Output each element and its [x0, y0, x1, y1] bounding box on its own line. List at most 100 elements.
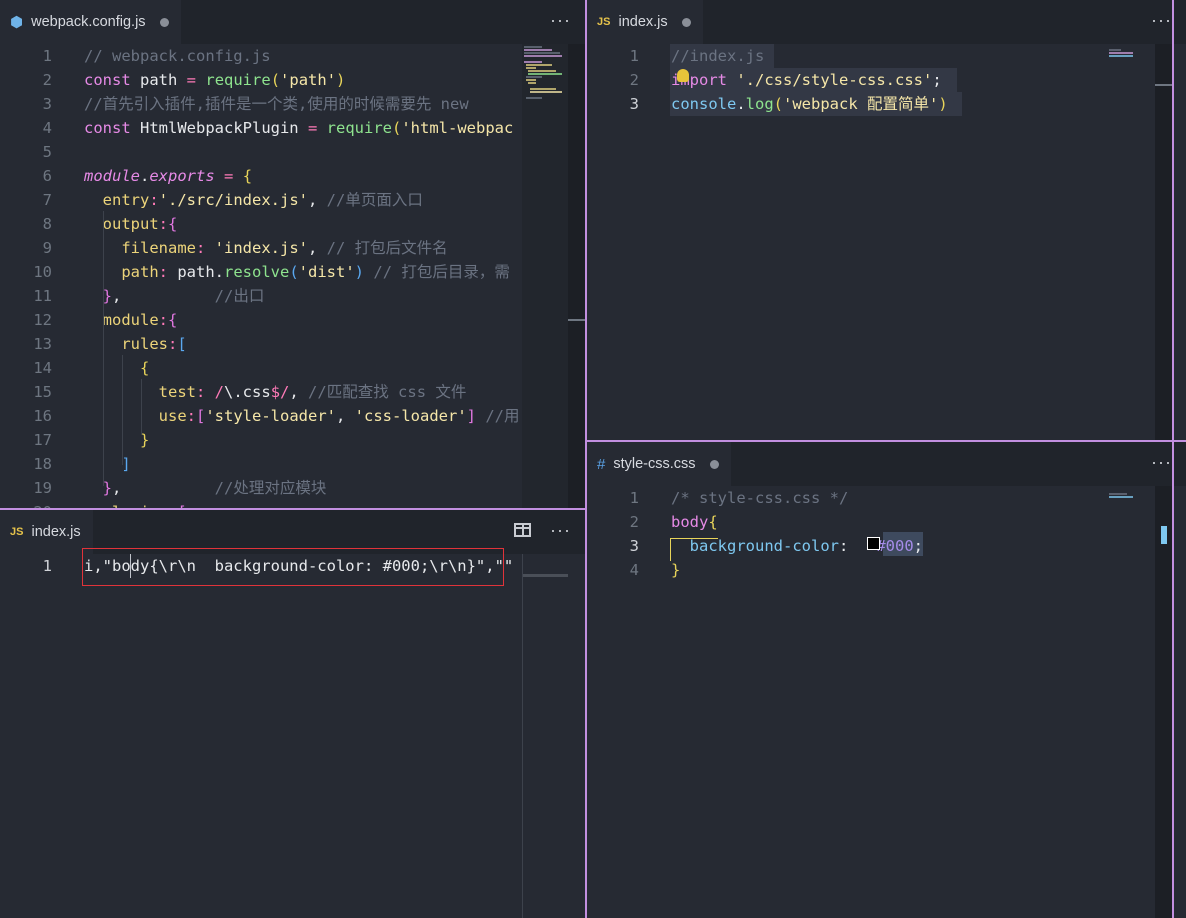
line-number: 3	[629, 537, 639, 555]
code-editor[interactable]: 1/* style-css.css */2 body{3 background-c…	[587, 486, 1186, 918]
minimap-preview	[1109, 493, 1133, 498]
color-swatch[interactable]	[867, 537, 880, 550]
code-line[interactable]: 15 test: /\.css$/, //匹配查找 css 文件	[0, 380, 585, 404]
code-token: HtmlWebpackPlugin	[130, 119, 308, 137]
code-line[interactable]: 10 path: path.resolve('dist') // 打包后目录，需	[0, 260, 585, 284]
minimap[interactable]	[522, 44, 568, 508]
code-line[interactable]: 1 //index.js	[587, 44, 1186, 68]
code-text: console.log('webpack 配置简单')	[671, 92, 948, 116]
code-token: path.	[168, 263, 224, 281]
code-text: const path = require('path')	[84, 68, 345, 92]
code-line[interactable]: 5	[0, 140, 585, 164]
line-number: 20	[0, 500, 52, 508]
code-token: 'webpack 配置简单'	[783, 95, 939, 113]
unsaved-dot-icon[interactable]	[159, 17, 169, 27]
code-line[interactable]: 6 module.exports = {	[0, 164, 585, 188]
tab-webpack-config[interactable]: ⬢ webpack.config.js	[0, 0, 181, 44]
editor-pane-webpack-config: ⬢ webpack.config.js ··· 1 // webpack.conf…	[0, 0, 585, 508]
code-token: ,	[289, 383, 309, 401]
code-line[interactable]: 1 // webpack.config.js	[0, 44, 585, 68]
vertical-scrollbar[interactable]	[1155, 44, 1172, 440]
code-line[interactable]: 4}	[587, 558, 1186, 582]
code-text: output:{	[84, 212, 178, 236]
code-token: \.css	[224, 383, 271, 401]
code-token: // 打包后目录，需	[373, 263, 510, 281]
scrollbar-position-marker	[1155, 84, 1172, 86]
code-token: .	[736, 95, 746, 113]
code-line[interactable]: 3 //首先引入插件,插件是一个类,使用的时候需要先 new	[0, 92, 585, 116]
horizontal-scrollbar[interactable]	[522, 574, 568, 577]
indent-guide	[103, 211, 104, 486]
line-number: 4	[42, 119, 52, 137]
code-line[interactable]: 2 body{	[587, 510, 1186, 534]
tab-index-output[interactable]: JS index.js	[0, 510, 93, 554]
code-editor[interactable]: 1 // webpack.config.js 2 const path = requi…	[0, 44, 585, 508]
code-text: import './css/style-css.css';	[671, 68, 942, 92]
code-text: const HtmlWebpackPlugin = require('html-…	[84, 116, 513, 140]
code-token: filename	[121, 239, 196, 257]
code-line[interactable]: 17 }	[0, 428, 585, 452]
more-actions-icon[interactable]: ···	[1151, 10, 1172, 31]
pane-divider-right-edge[interactable]	[1172, 0, 1174, 918]
line-number: 14	[33, 359, 52, 377]
pane-divider-horizontal-left[interactable]	[0, 508, 585, 510]
code-line[interactable]: 14 {	[0, 356, 585, 380]
code-line[interactable]: 2 const path = require('path')	[0, 68, 585, 92]
code-editor[interactable]: 1 //index.js 2 import './css/style-css.css'…	[587, 44, 1186, 440]
code-token: :	[158, 215, 169, 233]
unsaved-dot-icon[interactable]	[681, 17, 691, 27]
tab-label: index.js	[618, 14, 668, 30]
code-line[interactable]: 11 }, //出口	[0, 284, 585, 308]
tab-index[interactable]: JS index.js	[587, 0, 703, 44]
bracket-match-guide	[670, 538, 718, 539]
code-line[interactable]: 4 const HtmlWebpackPlugin = require('html…	[0, 116, 585, 140]
code-token: =	[186, 71, 197, 89]
code-token: const	[84, 71, 131, 89]
minimap[interactable]	[1107, 486, 1155, 918]
code-line[interactable]: 20 plugins:[	[0, 500, 585, 508]
split-editor-icon[interactable]	[514, 523, 531, 537]
code-token: entry	[102, 191, 150, 209]
code-token: // 打包后文件名	[326, 239, 448, 257]
tab-style-css[interactable]: # style-css.css	[587, 442, 731, 486]
editor-pane-index-output: JS index.js ··· 1 i,"body{\r\n background…	[0, 510, 585, 918]
code-line[interactable]: 1 /* style-css.css */	[587, 486, 1186, 510]
code-text: body{	[671, 510, 718, 534]
code-token: // webpack.config.js	[84, 47, 271, 65]
code-token: 'style-loader'	[205, 407, 336, 425]
code-text: module.exports = {	[84, 164, 252, 188]
code-line[interactable]: 12 module:{	[0, 308, 585, 332]
minimap[interactable]	[1107, 44, 1155, 440]
code-token: ]	[466, 407, 476, 425]
more-actions-icon[interactable]: ···	[550, 10, 571, 31]
line-number: 1	[629, 47, 639, 65]
code-token: :	[158, 263, 168, 281]
code-token: 'css-loader'	[354, 407, 467, 425]
code-line[interactable]: 13 rules:[	[0, 332, 585, 356]
code-line[interactable]: 19 }, //处理对应模块	[0, 476, 585, 500]
code-editor[interactable]: 1 i,"body{\r\n background-color: #000;\r\…	[0, 554, 585, 918]
lightbulb-icon[interactable]	[677, 69, 689, 82]
code-token: output	[102, 215, 159, 233]
minimap[interactable]	[522, 554, 523, 918]
unsaved-dot-icon[interactable]	[709, 459, 719, 469]
code-line[interactable]: 9 filename: 'index.js', // 打包后文件名	[0, 236, 585, 260]
code-token: rules	[121, 335, 168, 353]
more-actions-icon[interactable]: ···	[1151, 452, 1172, 473]
vertical-scrollbar[interactable]	[1155, 486, 1172, 918]
code-token: require	[205, 71, 271, 89]
code-line[interactable]: 8 output:{	[0, 212, 585, 236]
more-actions-icon[interactable]: ···	[550, 520, 571, 541]
code-line[interactable]: 3 console.log('webpack 配置简单')	[587, 92, 1186, 116]
code-line[interactable]: 7 entry:'./src/index.js', //单页面入口	[0, 188, 585, 212]
code-line[interactable]: 16 use:['style-loader', 'css-loader'] //…	[0, 404, 585, 428]
code-text: {	[84, 356, 149, 380]
vertical-scrollbar[interactable]	[568, 44, 585, 508]
code-line[interactable]: 18 ]	[0, 452, 585, 476]
